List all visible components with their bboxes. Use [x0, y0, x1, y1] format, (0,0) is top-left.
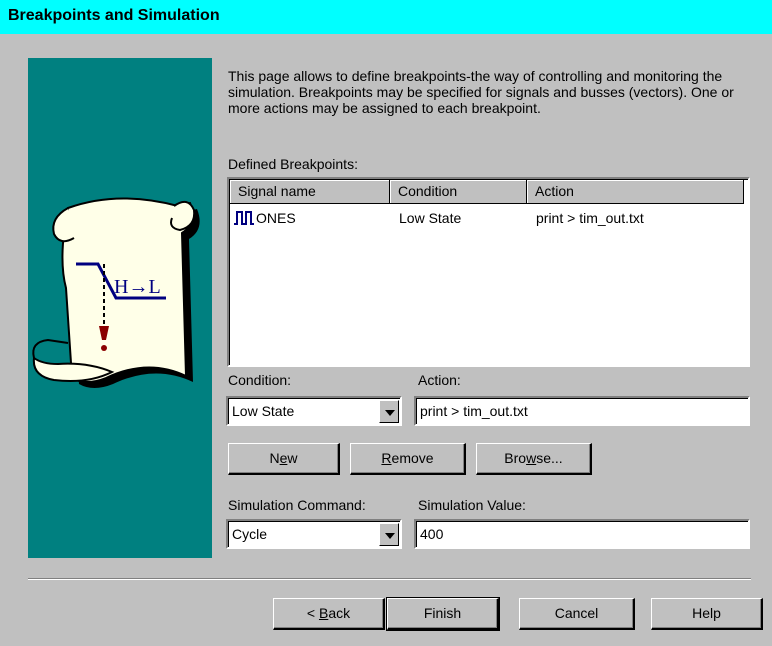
remove-button[interactable]: Remove [350, 443, 466, 475]
new-button-label-end: w [287, 450, 298, 466]
row-signal-name: ONES [256, 210, 296, 226]
page-description: This page allows to define breakpoints-t… [228, 68, 734, 116]
simulation-command-value: Cycle [232, 526, 268, 542]
defined-breakpoints-label: Defined Breakpoints: [228, 156, 358, 172]
row-action: print > tim_out.txt [536, 210, 644, 226]
condition-label: Condition: [228, 372, 292, 388]
back-button-accel: B [318, 605, 329, 621]
breakpoints-list[interactable]: Signal name Condition Action ONES Low St… [227, 177, 750, 367]
new-button[interactable]: New [228, 443, 340, 475]
help-button[interactable]: Help [651, 598, 763, 630]
condition-select[interactable]: Low State [226, 396, 402, 426]
new-button-label-start: N [269, 450, 280, 466]
back-button-label-start: < [306, 605, 319, 621]
chevron-down-icon[interactable] [379, 523, 399, 546]
window-title: Breakpoints and Simulation [8, 7, 220, 24]
row-condition: Low State [399, 210, 462, 226]
scroll-label: H→L [114, 276, 161, 298]
simulation-value-text: 400 [420, 526, 444, 542]
action-label: Action: [418, 372, 461, 388]
transition-scroll-icon [32, 197, 200, 388]
browse-button-accel: w [526, 450, 537, 466]
condition-select-value: Low State [232, 403, 295, 419]
browse-button-label-start: Bro [504, 450, 527, 466]
finish-button[interactable]: Finish [386, 597, 500, 631]
pulse-signal-icon [234, 211, 254, 225]
remove-button-accel: R [381, 450, 392, 466]
back-button[interactable]: < Back [273, 598, 385, 630]
cancel-button[interactable]: Cancel [519, 598, 635, 630]
back-button-label-end: ack [328, 605, 351, 621]
action-input[interactable]: print > tim_out.txt [414, 396, 750, 426]
browse-button[interactable]: Browse... [476, 443, 592, 475]
action-input-value: print > tim_out.txt [420, 403, 528, 419]
table-row[interactable]: ONES Low State print > tim_out.txt [230, 180, 746, 236]
remove-button-label-end: emove [391, 450, 434, 466]
chevron-down-icon[interactable] [379, 400, 399, 423]
footer-divider [28, 578, 751, 580]
title-bar: Breakpoints and Simulation [0, 0, 772, 34]
simulation-command-label: Simulation Command: [228, 497, 366, 513]
simulation-value-label: Simulation Value: [418, 497, 526, 513]
browse-button-label-end: se... [536, 450, 563, 466]
simulation-command-select[interactable]: Cycle [226, 519, 402, 549]
simulation-value-input[interactable]: 400 [414, 519, 750, 549]
side-illustration-panel: H→L [28, 58, 212, 558]
